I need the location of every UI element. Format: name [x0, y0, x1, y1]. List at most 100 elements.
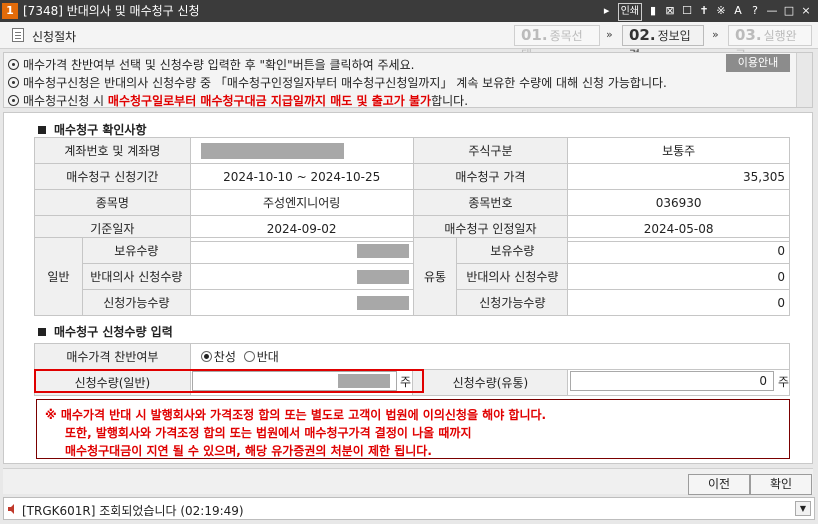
vote-options: 찬성 반대	[189, 343, 791, 370]
window-tools: ▸ 인쇄 ▮ ⊠ ☐ ✝ ※ A ? — □ ×	[601, 3, 812, 21]
table-row: 반대의사 신청수량 반대의사 신청수량 0	[35, 263, 790, 290]
step-arrow-icon: »	[606, 28, 613, 41]
flow-oppose-value: 0	[567, 263, 790, 290]
step-complete: 03.실행완료	[728, 25, 812, 62]
info-text: 매수청구신청은 반대의사 신청수량 중 「매수청구인정일자부터 매수청구신청일까…	[23, 76, 667, 90]
stock-type-value: 보통주	[567, 137, 790, 164]
help-icon[interactable]: ?	[749, 3, 761, 21]
warning-line-2: 또한, 발행회사와 가격조정 합의 또는 법원에서 매수청구가격 결정이 나올 …	[65, 426, 472, 440]
qty-flow-unit: 주	[778, 375, 790, 389]
disagree-label: 반대	[256, 350, 279, 364]
window-number: 1	[2, 3, 18, 19]
masked-value	[200, 142, 344, 159]
stock-code-value: 036930	[567, 189, 790, 216]
warning-line-1: ※ 매수가격 반대 시 발행회사와 가격조정 합의 또는 별도로 고객이 법원에…	[45, 408, 547, 422]
input-section-title: 매수청구 신청수량 입력	[38, 323, 173, 340]
quantity-table: 일반 보유수량 유통 보유수량 0 반대의사 신청수량 반대의사 신청수량 0 …	[34, 237, 790, 316]
table-row: 종목명 주성엔지니어링 종목번호 036930	[34, 189, 790, 216]
warning-line-3: 매수청구대금이 지연 될 수 있으며, 해당 유가증권의 처분이 제한 됩니다.	[65, 444, 432, 458]
step-number: 03.	[735, 26, 762, 44]
account-label: 계좌번호 및 계좌명	[34, 137, 191, 164]
copy-icon[interactable]: ☐	[681, 3, 693, 21]
qty-flow-value: 0	[759, 374, 767, 388]
speaker-icon	[8, 504, 14, 514]
flow-label: 유통	[412, 237, 458, 316]
step-select-stock: 01.종목선택	[514, 25, 600, 62]
excel-icon[interactable]: ⊠	[664, 3, 676, 21]
qty-flow-label: 신청수량(유통)	[412, 369, 569, 396]
status-bar: [TRGK601R] 조회되었습니다 (02:19:49) ▼	[3, 497, 815, 520]
qty-general-input[interactable]	[192, 371, 397, 391]
close-icon[interactable]: ×	[800, 3, 812, 21]
general-hold-value	[189, 237, 414, 264]
period-label: 매수청구 신청기간	[34, 163, 191, 190]
table-row: 계좌번호 및 계좌명 주식구분 보통주	[34, 137, 790, 164]
status-message: [TRGK601R] 조회되었습니다 (02:19:49)	[22, 504, 244, 518]
print-button[interactable]: 인쇄	[617, 3, 642, 21]
general-avail-value	[189, 289, 414, 316]
masked-value	[356, 269, 409, 284]
info-line-2: 매수청구신청은 반대의사 신청수량 중 「매수청구인정일자부터 매수청구신청일까…	[8, 74, 667, 91]
prev-button[interactable]: 이전	[688, 474, 750, 495]
pin-icon[interactable]: ▮	[647, 3, 659, 21]
step-number: 02.	[629, 26, 656, 44]
table-row: 일반 보유수량 유통 보유수량 0	[34, 237, 790, 316]
maximize-icon[interactable]: □	[783, 3, 795, 21]
disagree-radio[interactable]	[243, 351, 255, 362]
period-value: 2024-10-10 ~ 2024-10-25	[189, 163, 414, 190]
qty-flow-input[interactable]: 0	[570, 371, 774, 391]
confirm-table: 계좌번호 및 계좌명 주식구분 보통주 매수청구 신청기간 2024-10-10…	[34, 137, 790, 242]
qty-general-unit: 주	[400, 375, 412, 389]
info-scrollbar[interactable]	[796, 53, 812, 107]
info-text: 매수청구신청 시	[23, 94, 108, 108]
stock-name-label: 종목명	[34, 189, 191, 216]
title-bar: 1 [7348] 반대의사 및 매수청구 신청 ▸ 인쇄 ▮ ⊠ ☐ ✝ ※ A…	[0, 0, 818, 22]
usage-guide-button[interactable]: 이용안내	[726, 54, 790, 72]
table-row: 매수가격 찬반여부 찬성 반대	[34, 343, 791, 370]
main-panel: 매수청구 확인사항 계좌번호 및 계좌명 주식구분 보통주 매수청구 신청기간 …	[3, 112, 813, 464]
info-warning-text: 매수청구일로부터 매수청구대금 지급일까지 매도 및 출고가 불가	[107, 94, 432, 108]
info-box: 매수가격 찬반여부 선택 및 신청수량 입력한 후 "확인"버튼을 클릭하여 주…	[3, 52, 813, 108]
bullet-icon	[8, 77, 19, 88]
step-info-input: 02.정보입력	[622, 25, 704, 62]
stock-type-label: 주식구분	[412, 137, 569, 164]
flow-hold-value: 0	[567, 237, 790, 264]
info-line-3: 매수청구신청 시 매수청구일로부터 매수청구대금 지급일까지 매도 및 출고가 …	[8, 92, 468, 109]
account-value	[189, 137, 414, 164]
confirm-section-title: 매수청구 확인사항	[38, 121, 147, 138]
bullet-icon	[8, 95, 19, 106]
flow-hold-label: 보유수량	[456, 237, 569, 264]
flow-avail-label: 신청가능수량	[456, 289, 569, 316]
masked-value	[356, 243, 409, 258]
step-section-label: 신청절차	[32, 30, 77, 44]
general-avail-label: 신청가능수량	[81, 289, 191, 316]
minimize-icon[interactable]: —	[766, 3, 778, 21]
stock-code-label: 종목번호	[412, 189, 569, 216]
step-arrow-icon: »	[712, 28, 719, 41]
vote-label: 매수가격 찬반여부	[34, 343, 191, 370]
settings-icon[interactable]: ※	[715, 3, 727, 21]
link-icon[interactable]: ✝	[698, 3, 710, 21]
status-dropdown-button[interactable]: ▼	[795, 501, 811, 516]
window-title: [7348] 반대의사 및 매수청구 신청	[23, 4, 200, 18]
font-size-icon[interactable]: A	[732, 3, 744, 21]
price-value: 35,305	[567, 163, 790, 190]
agree-radio[interactable]	[200, 351, 212, 362]
general-oppose-value	[189, 263, 414, 290]
confirm-button[interactable]: 확인	[750, 474, 812, 495]
warning-box: ※ 매수가격 반대 시 발행회사와 가격조정 합의 또는 별도로 고객이 법원에…	[36, 399, 790, 459]
step-bar: 신청절차 01.종목선택 » 02.정보입력 » 03.실행완료	[0, 22, 818, 62]
masked-value	[338, 374, 390, 388]
agree-label: 찬성	[213, 350, 236, 364]
general-oppose-label: 반대의사 신청수량	[81, 263, 191, 290]
info-text: 합니다.	[431, 94, 469, 108]
masked-value	[356, 295, 409, 310]
bullet-icon	[8, 59, 19, 70]
menu-arrow-icon[interactable]: ▸	[601, 3, 613, 21]
stock-name-value: 주성엔지니어링	[189, 189, 414, 216]
table-row: 신청가능수량 신청가능수량 0	[35, 289, 790, 316]
document-icon	[12, 28, 24, 42]
step-number: 01.	[521, 26, 548, 44]
general-label: 일반	[34, 237, 83, 316]
info-text: 매수가격 찬반여부 선택 및 신청수량 입력한 후 "확인"버튼을 클릭하여 주…	[23, 58, 415, 72]
